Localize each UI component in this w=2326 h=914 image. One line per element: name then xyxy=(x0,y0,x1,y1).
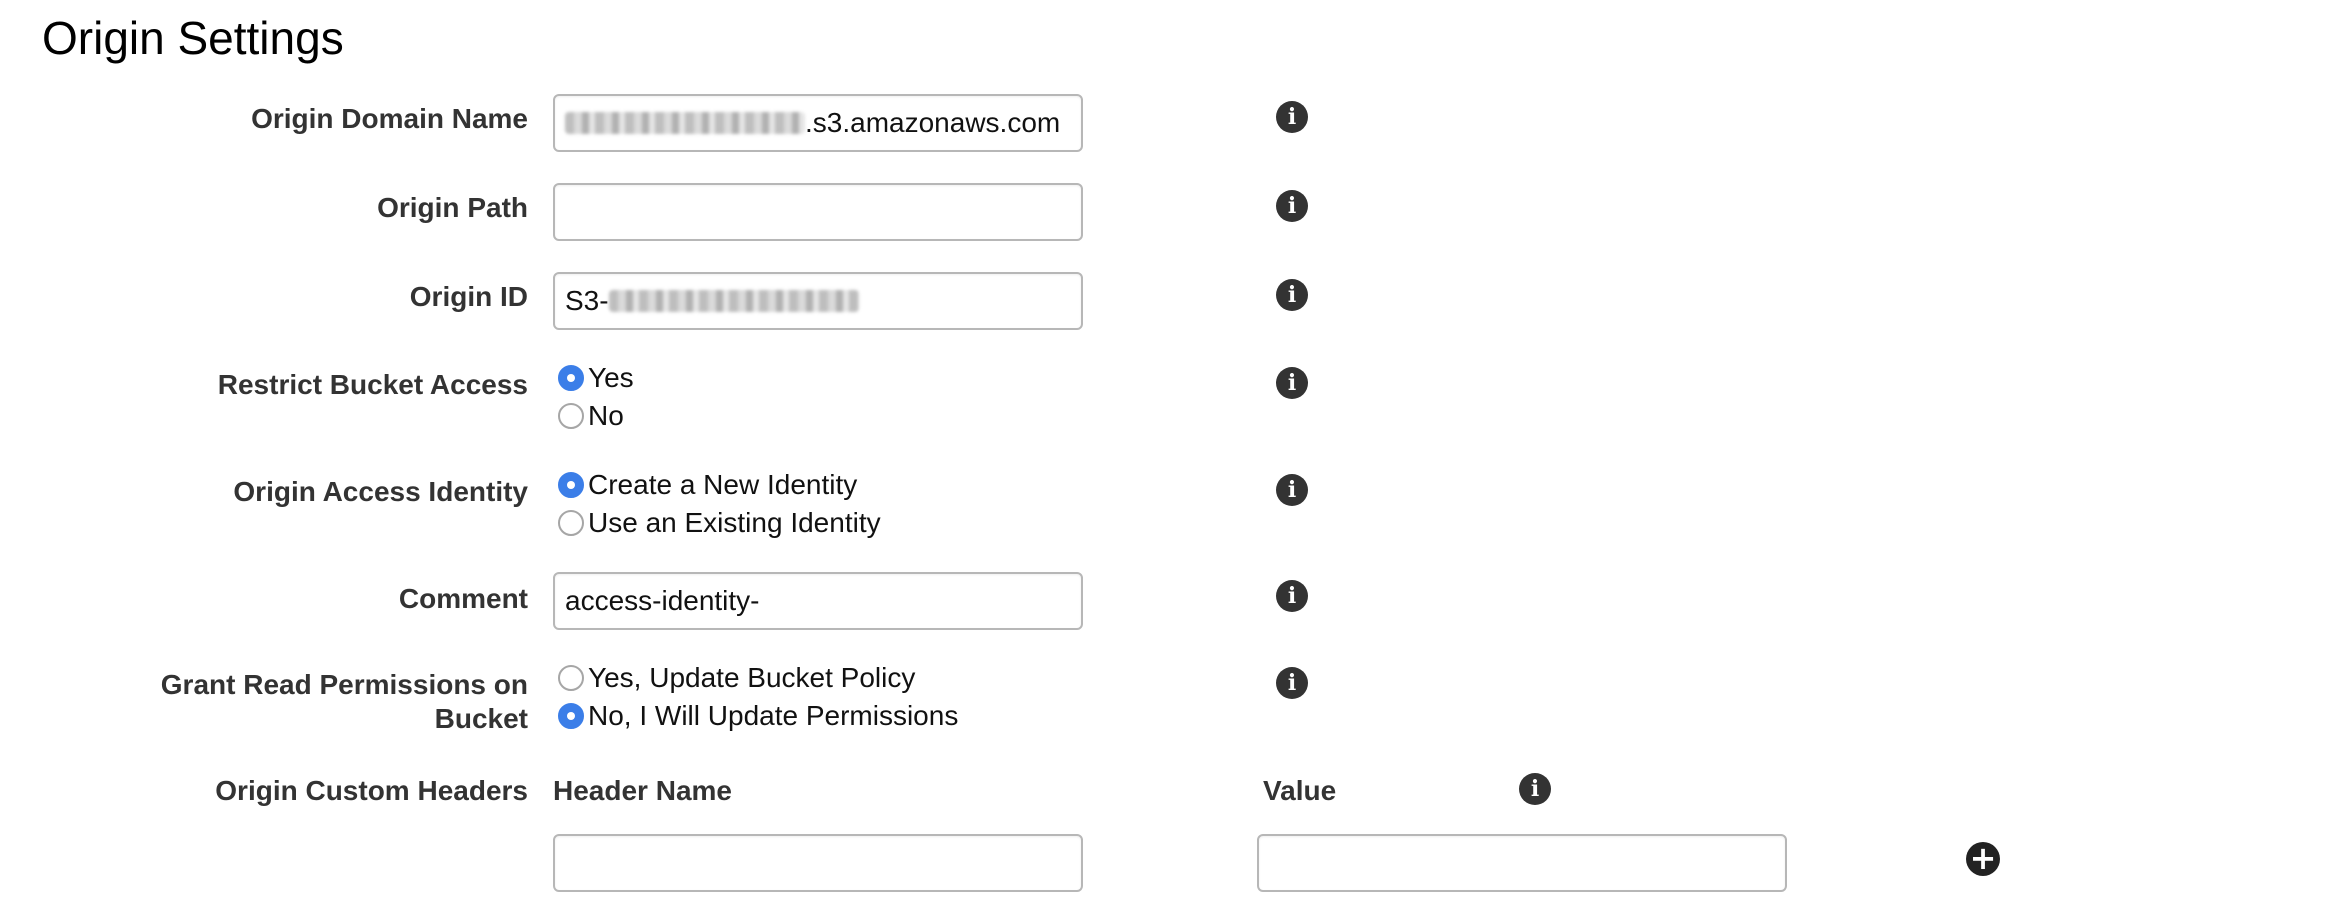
grant-read-permissions-label-line2: Bucket xyxy=(434,703,528,734)
redacted-text xyxy=(608,290,859,312)
origin-id-input[interactable]: S3- xyxy=(553,272,1083,330)
info-icon[interactable]: i xyxy=(1276,667,1308,699)
info-icon[interactable]: i xyxy=(1519,773,1551,805)
header-value-input[interactable] xyxy=(1257,834,1787,892)
origin-id-label: Origin ID xyxy=(409,281,528,312)
radio-label: No, I Will Update Permissions xyxy=(588,700,959,731)
header-name-input[interactable] xyxy=(553,834,1083,892)
origin-domain-name-input[interactable]: .s3.amazonaws.com xyxy=(553,94,1083,152)
radio-button-selected[interactable] xyxy=(558,365,584,391)
restrict-access-yes-option[interactable]: Yes xyxy=(558,360,634,396)
update-bucket-policy-option[interactable]: Yes, Update Bucket Policy xyxy=(558,660,915,696)
info-icon[interactable]: i xyxy=(1276,101,1308,133)
redacted-text xyxy=(565,112,805,134)
create-new-identity-option[interactable]: Create a New Identity xyxy=(558,467,857,503)
radio-label: No xyxy=(588,400,624,431)
value-column-heading: Value xyxy=(1263,775,1337,806)
origin-path-label: Origin Path xyxy=(377,192,528,223)
origin-custom-headers-label: Origin Custom Headers xyxy=(215,775,528,806)
restrict-access-no-option[interactable]: No xyxy=(558,398,624,434)
use-existing-identity-option[interactable]: Use an Existing Identity xyxy=(558,505,881,541)
info-icon[interactable]: i xyxy=(1276,474,1308,506)
grant-read-permissions-label-line1: Grant Read Permissions on xyxy=(160,669,528,700)
info-icon[interactable]: i xyxy=(1276,367,1308,399)
origin-domain-name-label: Origin Domain Name xyxy=(251,103,528,134)
restrict-bucket-access-label: Restrict Bucket Access xyxy=(217,369,528,400)
radio-label: Yes, Update Bucket Policy xyxy=(588,662,916,693)
section-title: Origin Settings xyxy=(42,12,344,64)
add-header-plus-icon[interactable]: + xyxy=(1966,842,2000,876)
header-name-column-heading: Header Name xyxy=(553,775,732,806)
info-icon[interactable]: i xyxy=(1276,580,1308,612)
origin-id-prefix: S3- xyxy=(565,285,609,316)
radio-button-selected[interactable] xyxy=(558,472,584,498)
radio-label: Use an Existing Identity xyxy=(588,507,881,538)
comment-input[interactable]: access-identity- xyxy=(553,572,1083,630)
comment-label: Comment xyxy=(398,583,528,614)
grant-read-permissions-label: Grant Read Permissions on Bucket xyxy=(161,668,528,736)
radio-button[interactable] xyxy=(558,665,584,691)
origin-access-identity-label: Origin Access Identity xyxy=(233,476,528,507)
radio-button[interactable] xyxy=(558,403,584,429)
origin-domain-name-suffix: .s3.amazonaws.com xyxy=(805,107,1061,138)
will-update-permissions-option[interactable]: No, I Will Update Permissions xyxy=(558,698,958,734)
radio-button[interactable] xyxy=(558,510,584,536)
info-icon[interactable]: i xyxy=(1276,279,1308,311)
radio-button-selected[interactable] xyxy=(558,703,584,729)
radio-label: Create a New Identity xyxy=(588,469,858,500)
info-icon[interactable]: i xyxy=(1276,190,1308,222)
radio-label: Yes xyxy=(588,362,634,393)
origin-path-input[interactable] xyxy=(553,183,1083,241)
